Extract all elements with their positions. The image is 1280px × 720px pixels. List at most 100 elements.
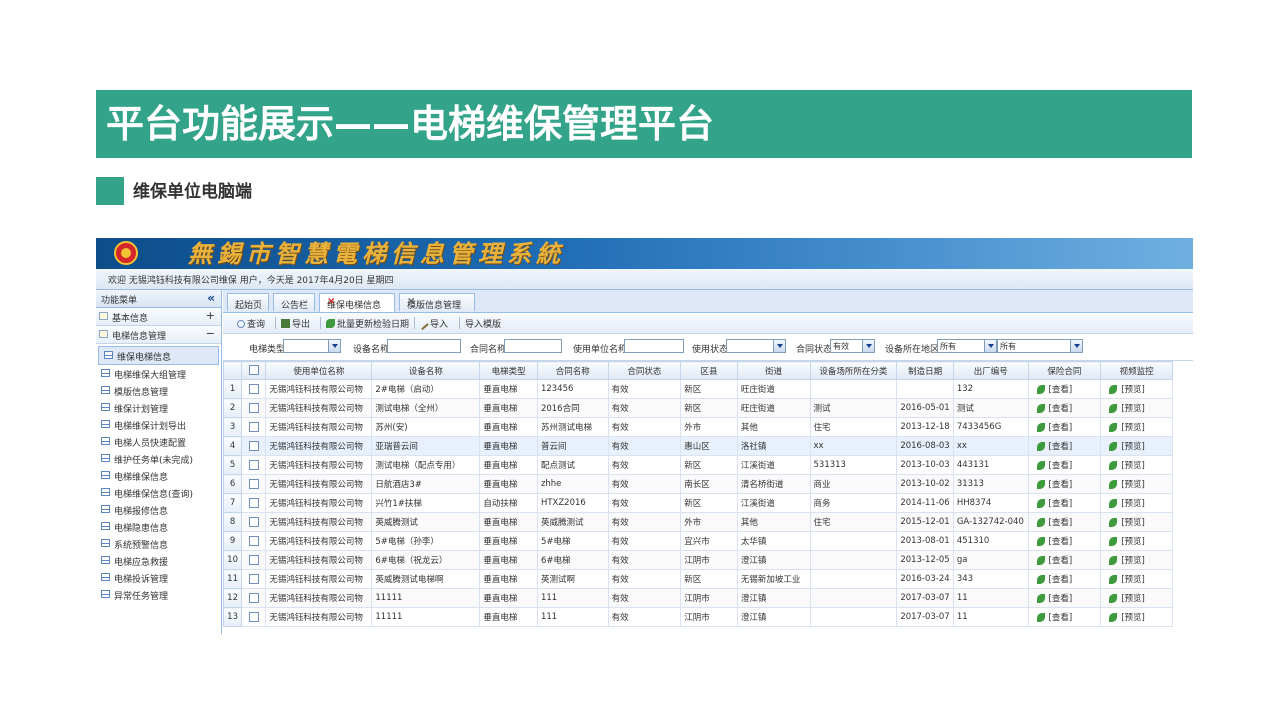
collapse-group-icon[interactable]: − [206, 327, 215, 340]
table-row[interactable]: 8 无锡鸿钰科技有限公司物 英威腾测试 垂直电梯 英威腾测试 有效 外市 其他 … [223, 512, 1173, 532]
row-checkbox-cell[interactable] [241, 379, 267, 399]
view-link[interactable]: [查看] [1049, 442, 1073, 452]
row-checkbox-cell[interactable] [241, 493, 267, 513]
close-icon[interactable]: × [407, 296, 469, 307]
sidebar-item-plans[interactable]: 维保计划管理 [96, 399, 221, 416]
row-checkbox-cell[interactable] [241, 531, 267, 551]
view-link[interactable]: [查看] [1049, 423, 1073, 433]
cell-video[interactable]: [预览] [1100, 417, 1173, 437]
cell-insurance[interactable]: [查看] [1027, 569, 1102, 589]
view-link[interactable]: [查看] [1049, 385, 1073, 395]
preview-link[interactable]: [预览] [1121, 385, 1145, 395]
query-button[interactable]: 查询 [237, 317, 265, 330]
row-checkbox[interactable] [248, 440, 259, 451]
column-header[interactable]: 设备场所所在分类 [809, 361, 898, 380]
table-row[interactable]: 3 无锡鸿钰科技有限公司物 苏州(安) 垂直电梯 苏州测试电梯 有效 外市 其他… [223, 417, 1173, 437]
cell-insurance[interactable]: [查看] [1027, 550, 1102, 570]
view-link[interactable]: [查看] [1049, 594, 1073, 604]
sidebar-item-staff-config[interactable]: 电梯人员快速配置 [96, 433, 221, 450]
collapse-icon[interactable]: « [207, 291, 215, 305]
sidebar-group-basic-info[interactable]: 基本信息 + [96, 308, 221, 326]
row-checkbox-cell[interactable] [241, 588, 267, 608]
export-button[interactable]: 导出 [281, 317, 310, 330]
cell-video[interactable]: [预览] [1100, 531, 1173, 551]
preview-link[interactable]: [预览] [1121, 442, 1145, 452]
sidebar-item-complaints[interactable]: 电梯投诉管理 [96, 569, 221, 586]
preview-link[interactable]: [预览] [1121, 613, 1145, 623]
tab-notice[interactable]: 公告栏 [273, 293, 315, 311]
cell-insurance[interactable]: [查看] [1027, 417, 1102, 437]
table-row[interactable]: 2 无锡鸿钰科技有限公司物 测试电梯（全州） 垂直电梯 2016合同 有效 新区… [223, 398, 1173, 418]
column-header[interactable]: 出厂编号 [952, 361, 1029, 380]
cell-insurance[interactable]: [查看] [1027, 588, 1102, 608]
column-header[interactable]: 区县 [680, 361, 738, 380]
table-row[interactable]: 5 无锡鸿钰科技有限公司物 测试电梯（配点专用） 垂直电梯 配点测试 有效 新区… [223, 455, 1173, 475]
sidebar-item-repairs[interactable]: 电梯报修信息 [96, 501, 221, 518]
sidebar-item-rescue[interactable]: 电梯应急救援 [96, 552, 221, 569]
row-checkbox[interactable] [248, 573, 259, 584]
cell-insurance[interactable]: [查看] [1027, 379, 1102, 399]
cell-video[interactable]: [预览] [1100, 398, 1173, 418]
cell-video[interactable]: [预览] [1100, 607, 1173, 627]
preview-link[interactable]: [预览] [1121, 480, 1145, 490]
preview-link[interactable]: [预览] [1121, 575, 1145, 585]
user-unit-input[interactable] [624, 339, 684, 353]
row-checkbox-cell[interactable] [241, 455, 267, 475]
row-checkbox-cell[interactable] [241, 569, 267, 589]
view-link[interactable]: [查看] [1049, 518, 1073, 528]
device-name-input[interactable] [387, 339, 461, 353]
batch-update-button[interactable]: 批量更新检验日期 [326, 317, 409, 330]
sidebar-item-plan-export[interactable]: 电梯维保计划导出 [96, 416, 221, 433]
table-row[interactable]: 6 无锡鸿钰科技有限公司物 日航酒店3# 垂直电梯 zhhe 有效 南长区 清名… [223, 474, 1173, 494]
row-checkbox[interactable] [248, 554, 259, 565]
column-header[interactable]: 视频监控 [1100, 361, 1173, 380]
view-link[interactable]: [查看] [1049, 404, 1073, 414]
preview-link[interactable]: [预览] [1121, 499, 1145, 509]
location-select-district[interactable]: 所有 [997, 339, 1083, 353]
row-checkbox[interactable] [248, 611, 259, 622]
cell-insurance[interactable]: [查看] [1027, 531, 1102, 551]
preview-link[interactable]: [预览] [1121, 594, 1145, 604]
column-header-select[interactable] [241, 361, 267, 380]
sidebar-item-open-tasks[interactable]: 维护任务单(未完成) [96, 450, 221, 467]
use-status-select[interactable] [726, 339, 786, 353]
cell-insurance[interactable]: [查看] [1027, 607, 1102, 627]
cell-insurance[interactable]: [查看] [1027, 493, 1102, 513]
import-template-button[interactable]: 导入模版 [465, 317, 501, 330]
cell-video[interactable]: [预览] [1100, 493, 1173, 513]
view-link[interactable]: [查看] [1049, 613, 1073, 623]
sidebar-item-maintenance-elevators[interactable]: 维保电梯信息 [98, 346, 219, 365]
row-checkbox[interactable] [248, 402, 259, 413]
preview-link[interactable]: [预览] [1121, 556, 1145, 566]
column-header[interactable]: 街道 [736, 361, 811, 380]
row-checkbox-cell[interactable] [241, 607, 267, 627]
cell-insurance[interactable]: [查看] [1027, 474, 1102, 494]
sidebar-item-alerts[interactable]: 系统预警信息 [96, 535, 221, 552]
row-checkbox[interactable] [248, 497, 259, 508]
sidebar-item-abnormal-tasks[interactable]: 异常任务管理 [96, 586, 221, 603]
preview-link[interactable]: [预览] [1121, 404, 1145, 414]
row-checkbox[interactable] [248, 535, 259, 546]
view-link[interactable]: [查看] [1049, 461, 1073, 471]
cell-insurance[interactable]: [查看] [1027, 512, 1102, 532]
sidebar-item-maintenance-groups[interactable]: 电梯维保大组管理 [96, 365, 221, 382]
row-checkbox[interactable] [248, 383, 259, 394]
preview-link[interactable]: [预览] [1121, 537, 1145, 547]
column-header[interactable]: 设备名称 [371, 361, 481, 380]
tab-start-page[interactable]: 起始页 [227, 293, 269, 311]
cell-video[interactable]: [预览] [1100, 379, 1173, 399]
sidebar-item-hazards[interactable]: 电梯隐患信息 [96, 518, 221, 535]
preview-link[interactable]: [预览] [1121, 423, 1145, 433]
cell-insurance[interactable]: [查看] [1027, 436, 1102, 456]
table-row[interactable]: 10 无锡鸿钰科技有限公司物 6#电梯（祝龙云） 垂直电梯 6#电梯 有效 江阴… [223, 550, 1173, 570]
tab-templates[interactable]: 模版信息管理 × [399, 293, 475, 311]
row-checkbox-cell[interactable] [241, 550, 267, 570]
expand-icon[interactable]: + [206, 309, 215, 322]
table-row[interactable]: 11 无锡鸿钰科技有限公司物 英威腾测试电梯啊 垂直电梯 英测试啊 有效 新区 … [223, 569, 1173, 589]
close-icon[interactable]: × [327, 296, 389, 307]
import-button[interactable]: 导入 [419, 317, 448, 330]
row-checkbox-cell[interactable] [241, 417, 267, 437]
table-row[interactable]: 12 无锡鸿钰科技有限公司物 11111 垂直电梯 111 有效 江阴市 澄江镇… [223, 588, 1173, 608]
cell-video[interactable]: [预览] [1100, 512, 1173, 532]
row-checkbox-cell[interactable] [241, 436, 267, 456]
